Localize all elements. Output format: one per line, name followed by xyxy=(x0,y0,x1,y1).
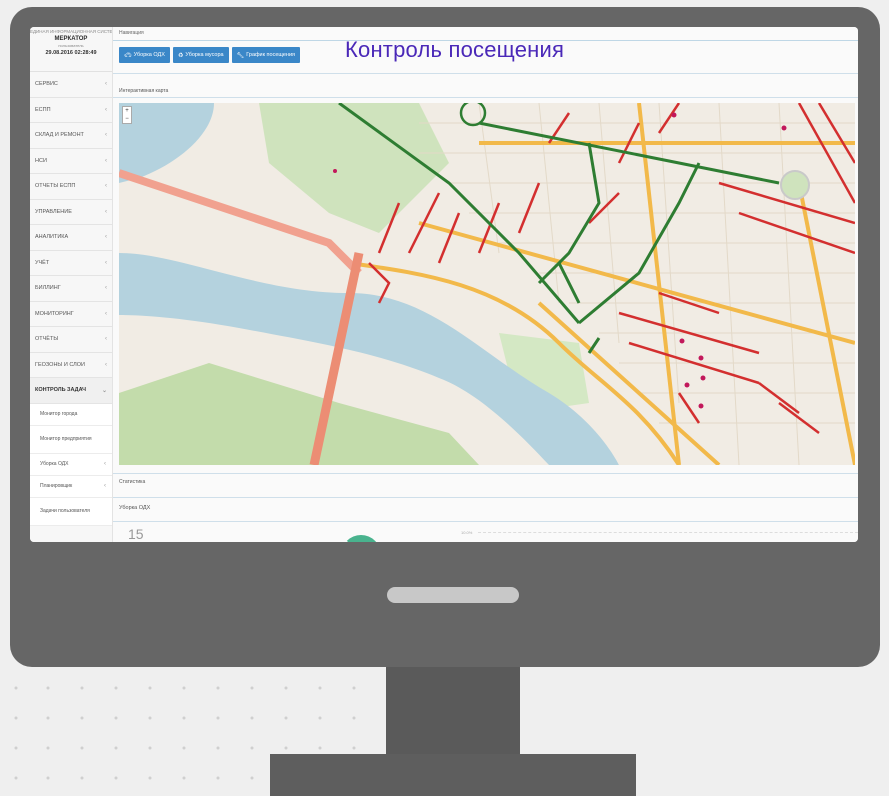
trash-icon: ♻︎ xyxy=(177,52,184,59)
monitor-stand-neck xyxy=(386,665,520,757)
sidebar-subitem-label: Монитор предприятия xyxy=(40,436,92,442)
sidebar-item-label: НСИ xyxy=(35,157,47,164)
sidebar-item-warehouse[interactable]: СКЛАД И РЕМОНТ ‹ xyxy=(30,123,112,149)
chevron-left-icon: ‹ xyxy=(105,81,107,88)
sidebar-item-geozones[interactable]: ГЕОЗОНЫ И СЛОИ ‹ xyxy=(30,353,112,378)
divider xyxy=(113,521,858,522)
sidebar-item-management[interactable]: УПРАВЛЕНИЕ ‹ xyxy=(30,200,112,225)
chevron-left-icon: ‹ xyxy=(105,234,107,241)
chevron-left-icon: ‹ xyxy=(105,208,107,215)
sidebar: ЕДИНАЯ ИНФОРМАЦИОННАЯ СИСТЕМА МЕРКАТОР п… xyxy=(30,27,113,542)
chevron-left-icon: ‹ xyxy=(105,361,107,368)
sidebar-subitem-city-monitor[interactable]: Монитор города xyxy=(30,403,112,426)
sidebar-item-billing[interactable]: БИЛЛИНГ ‹ xyxy=(30,276,112,302)
action-buttons: 🚗︎ Уборка ОДХ ♻︎ Уборка мусора 🔧︎ График по… xyxy=(119,47,301,63)
interactive-map[interactable]: + − xyxy=(119,103,855,465)
chevron-left-icon: ‹ xyxy=(105,183,107,190)
trash-cleaning-button[interactable]: ♻︎ Уборка мусора xyxy=(172,47,229,63)
zoom-out-icon[interactable]: − xyxy=(125,116,129,122)
sidebar-item-espp-reports[interactable]: ОТЧЕТЫ ЕСПП ‹ xyxy=(30,174,112,200)
stats-value: 15 xyxy=(128,526,144,542)
sidebar-item-label: ГЕОЗОНЫ И СЛОИ xyxy=(35,361,85,368)
sidebar-item-label: УПРАВЛЕНИЕ xyxy=(35,208,72,215)
map-section-label: Интерактивная карта xyxy=(119,88,169,94)
stats-subtitle: Уборка ОДХ xyxy=(119,505,151,511)
sidebar-item-label: УЧЁТ xyxy=(35,259,50,266)
zoom-in-icon[interactable]: + xyxy=(125,108,129,114)
sidebar-item-label: АНАЛИТИКА xyxy=(35,234,69,241)
stats-pie-chart xyxy=(341,535,381,542)
org-name: ЕДИНАЯ ИНФОРМАЦИОННАЯ СИСТЕМА xyxy=(30,29,112,34)
divider xyxy=(113,97,858,98)
sidebar-subitem-label: Задачи пользователя xyxy=(40,508,90,514)
sidebar-item-label: КОНТРОЛЬ ЗАДАЧ xyxy=(35,387,87,394)
sidebar-item-reports[interactable]: ОТЧЁТЫ ‹ xyxy=(30,327,112,353)
visit-schedule-button[interactable]: 🔧︎ График посещения xyxy=(231,47,301,63)
sidebar-item-label: СКЛАД И РЕМОНТ xyxy=(35,132,84,139)
sidebar-subitem-label: Монитор города xyxy=(40,411,78,417)
main-content: Навигация 🚗︎ Уборка ОДХ ♻︎ Уборка мусора 🔧… xyxy=(113,27,858,542)
chevron-left-icon: ‹ xyxy=(104,483,106,489)
divider xyxy=(113,473,858,474)
sidebar-subitem-enterprise-monitor[interactable]: Монитор предприятия xyxy=(30,425,112,454)
user-name: пользователь xyxy=(58,43,84,48)
page-title: Контроль посещения xyxy=(345,37,565,62)
sidebar-item-label: ОТЧЁТЫ xyxy=(35,336,59,343)
button-label: График посещения xyxy=(246,52,296,58)
sidebar-subitem-planner[interactable]: Планировщик ‹ xyxy=(30,475,112,498)
stats-section-label: Статистика xyxy=(119,479,146,485)
sidebar-subitem-label: Уборка ОДХ xyxy=(40,461,69,467)
sidebar-item-accounting[interactable]: УЧЁТ ‹ xyxy=(30,251,112,276)
chart-axis-tick: 10.0% xyxy=(461,530,473,535)
zoom-control[interactable]: + − xyxy=(122,106,132,124)
car-icon: 🚗︎ xyxy=(124,52,132,59)
monitor-bezel-indicator xyxy=(387,587,519,603)
screen: ЕДИНАЯ ИНФОРМАЦИОННАЯ СИСТЕМА МЕРКАТОР п… xyxy=(30,27,858,542)
chevron-left-icon: ‹ xyxy=(105,336,107,343)
chevron-left-icon: ‹ xyxy=(104,461,106,467)
sidebar-header: ЕДИНАЯ ИНФОРМАЦИОННАЯ СИСТЕМА МЕРКАТОР п… xyxy=(30,27,112,72)
monitor-frame: ЕДИНАЯ ИНФОРМАЦИОННАЯ СИСТЕМА МЕРКАТОР п… xyxy=(10,7,880,667)
sidebar-item-analytics[interactable]: АНАЛИТИКА ‹ xyxy=(30,225,112,251)
sidebar-subitem-odh-cleaning[interactable]: Уборка ОДХ ‹ xyxy=(30,453,112,476)
sidebar-item-monitoring[interactable]: МОНИТОРИНГ ‹ xyxy=(30,302,112,327)
chart-gridline xyxy=(478,532,858,533)
chevron-left-icon: ‹ xyxy=(105,310,107,317)
sidebar-item-label: ОТЧЕТЫ ЕСПП xyxy=(35,183,76,190)
chevron-left-icon: ‹ xyxy=(105,106,107,113)
sidebar-item-label: БИЛЛИНГ xyxy=(35,285,61,292)
sidebar-item-nsi[interactable]: НСИ ‹ xyxy=(30,149,112,174)
button-label: Уборка мусора xyxy=(185,52,224,58)
chevron-left-icon: ‹ xyxy=(105,285,107,292)
divider xyxy=(113,73,858,74)
sidebar-subitem-user-tasks[interactable]: Задачи пользователя xyxy=(30,497,112,526)
sidebar-item-service[interactable]: СЕРВИС ‹ xyxy=(30,72,112,98)
sidebar-item-label: МОНИТОРИНГ xyxy=(35,310,74,317)
wrench-icon: 🔧︎ xyxy=(236,52,245,59)
current-datetime: 29.08.2016 02:28:49 xyxy=(45,50,97,56)
chevron-left-icon: ‹ xyxy=(105,157,107,164)
roundabout xyxy=(780,170,810,200)
chevron-down-icon: ⌄ xyxy=(101,387,107,394)
chevron-left-icon: ‹ xyxy=(105,132,107,139)
button-label: Уборка ОДХ xyxy=(133,52,165,58)
sidebar-item-espp[interactable]: ЕСПП ‹ xyxy=(30,98,112,123)
monitor-stand-base xyxy=(270,754,636,796)
divider xyxy=(113,497,858,498)
odh-cleaning-button[interactable]: 🚗︎ Уборка ОДХ xyxy=(119,47,170,63)
chevron-left-icon: ‹ xyxy=(105,259,107,266)
brand-name: МЕРКАТОР xyxy=(54,36,88,42)
sidebar-item-label: ЕСПП xyxy=(35,106,51,113)
sidebar-item-label: СЕРВИС xyxy=(35,81,58,88)
sidebar-item-task-control[interactable]: КОНТРОЛЬ ЗАДАЧ ⌄ xyxy=(30,378,112,404)
map-canvas[interactable] xyxy=(119,103,855,465)
sidebar-subitem-label: Планировщик xyxy=(40,483,73,489)
navigation-label: Навигация xyxy=(119,30,144,36)
